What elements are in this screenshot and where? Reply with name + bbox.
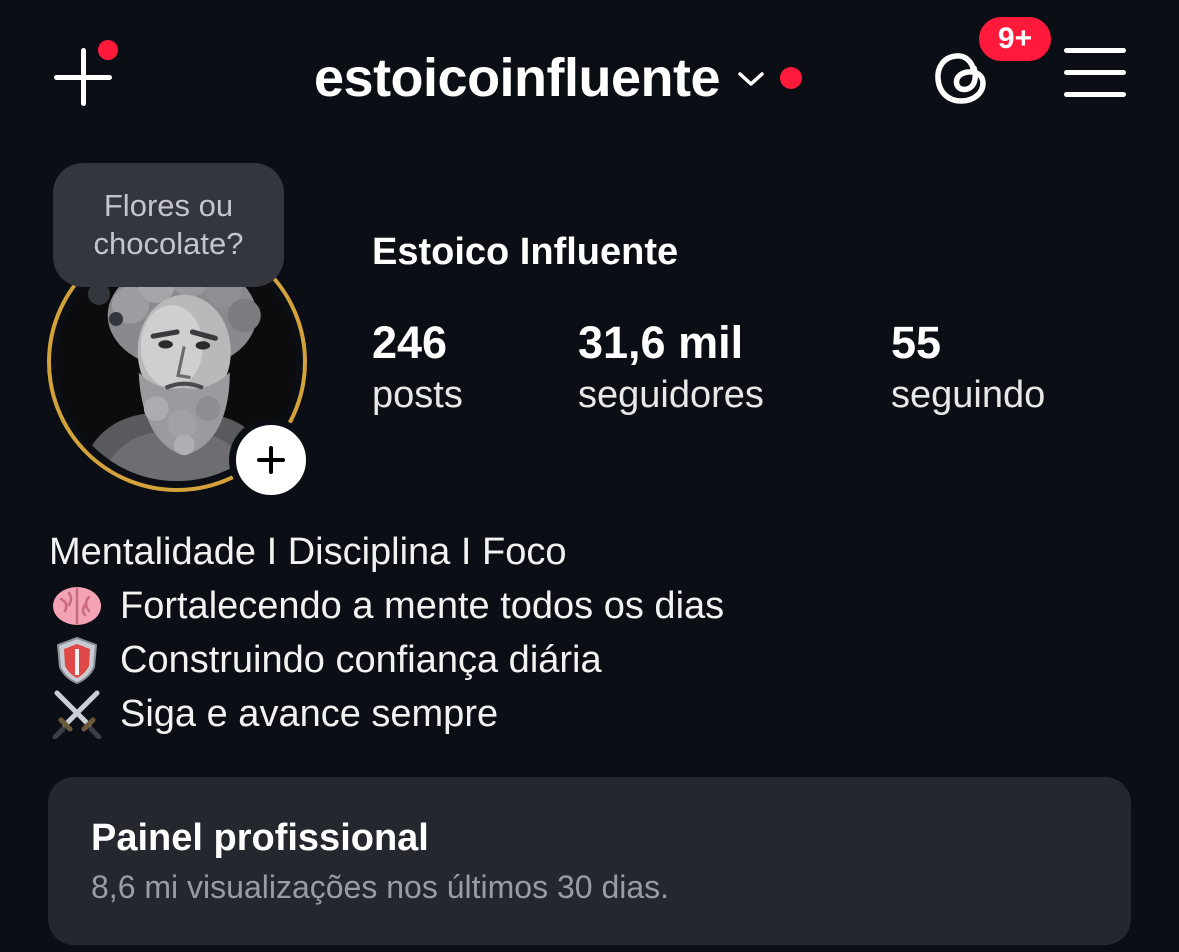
bio-text: Fortalecendo a mente todos os dias: [120, 585, 725, 627]
posts-count: 246: [372, 317, 448, 368]
bio-line: Fortalecendo a mente todos os dias: [49, 579, 724, 633]
bio-line: Construindo confiança diária: [49, 633, 724, 687]
panel-subtitle: 8,6 mi visualizações nos últimos 30 dias…: [91, 869, 670, 905]
chevron-down-icon: [738, 72, 764, 86]
bio-text: Siga e avance sempre: [120, 693, 499, 735]
followers-count: 31,6 mil: [578, 317, 744, 368]
bio-text: Construindo confiança diária: [120, 639, 602, 681]
note-text: Flores ou chocolate?: [93, 188, 244, 261]
following-label: seguindo: [891, 374, 1046, 416]
notification-dot: [98, 40, 118, 60]
following-count: 55: [891, 317, 942, 368]
bio: Mentalidade I Disciplina I Foco Fortalec…: [49, 525, 724, 741]
notifications-badge[interactable]: 9+: [976, 14, 1054, 64]
account-switcher[interactable]: estoicoinfluente: [314, 42, 803, 114]
note-bubble[interactable]: Flores ou chocolate?: [53, 163, 284, 287]
display-name: Estoico Influente: [372, 231, 679, 273]
note-bubble-tail: [88, 283, 110, 305]
brain-emoji-icon: [49, 581, 105, 631]
bio-text: Mentalidade I Disciplina I Foco: [49, 531, 567, 573]
top-bar: estoicoinfluente 9+: [0, 0, 1179, 150]
bio-line: Siga e avance sempre: [49, 687, 724, 741]
shield-emoji-icon: [49, 635, 105, 685]
create-post-button[interactable]: [48, 40, 124, 116]
menu-button[interactable]: [1064, 48, 1126, 100]
crossed-swords-emoji-icon: [49, 689, 105, 739]
hamburger-icon: [1064, 48, 1126, 53]
following-stat[interactable]: 55 seguindo: [891, 316, 1045, 420]
profile-page: estoicoinfluente 9+ Flores ou chocolate?…: [0, 0, 1179, 952]
professional-dashboard-card[interactable]: Painel profissional 8,6 mi visualizações…: [48, 777, 1131, 945]
username: estoicoinfluente: [314, 48, 721, 108]
posts-stat[interactable]: 246 posts: [372, 316, 463, 420]
posts-label: posts: [372, 374, 463, 416]
add-story-button[interactable]: [229, 418, 313, 502]
followers-label: seguidores: [578, 374, 764, 416]
followers-stat[interactable]: 31,6 mil seguidores: [578, 316, 764, 420]
bio-line: Mentalidade I Disciplina I Foco: [49, 525, 724, 579]
account-activity-dot: [780, 67, 803, 89]
panel-title: Painel profissional: [91, 817, 429, 859]
